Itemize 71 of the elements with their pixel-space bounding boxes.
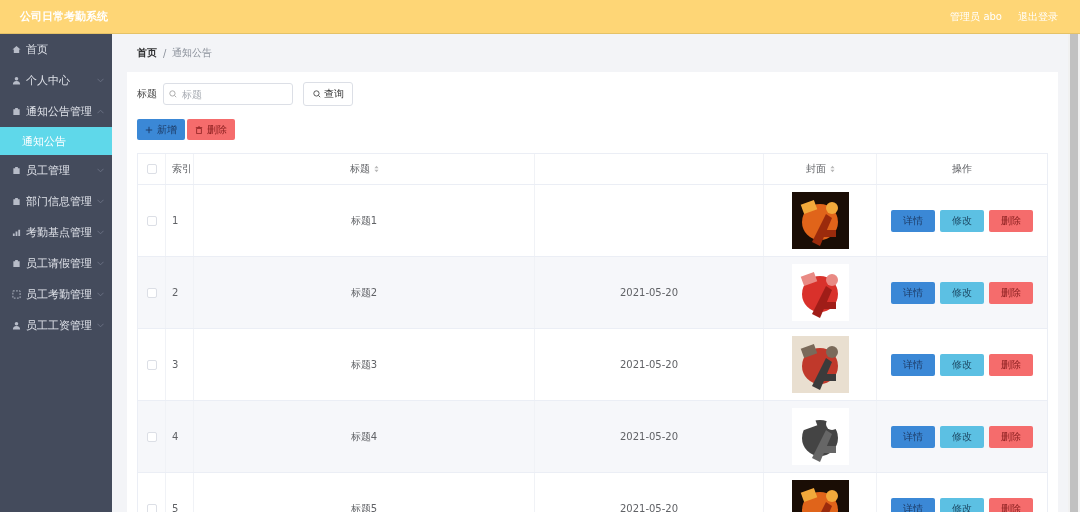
table-cell: 标题2 [350, 285, 378, 300]
delete-button[interactable]: 删除 [989, 209, 1033, 232]
table-cell: 2021-05-20 [619, 359, 679, 370]
column-header[interactable]: 标题 [349, 162, 379, 176]
detail-button[interactable]: 详情 [891, 209, 935, 232]
table-cell: 3 [172, 359, 179, 370]
edit-button[interactable]: 修改 [940, 281, 984, 304]
column-header[interactable]: 操作 [952, 162, 972, 176]
chevron-icon [97, 199, 104, 204]
search-icon [312, 90, 321, 98]
search-label: 标题 [137, 87, 157, 101]
search-icon [169, 90, 177, 98]
sidebar-item[interactable]: 员工管理 [0, 155, 112, 186]
table-cell: 1 [172, 215, 179, 226]
search-field[interactable]: 标题 [163, 83, 293, 105]
edit-button[interactable]: 修改 [940, 209, 984, 232]
detail-button[interactable]: 详情 [891, 353, 935, 376]
edit-button[interactable]: 修改 [940, 353, 984, 376]
table-cell: 标题3 [350, 357, 378, 372]
sidebar-item[interactable]: 员工请假管理 [0, 248, 112, 279]
edit-button[interactable]: 修改 [940, 425, 984, 448]
breadcrumb-separator: / [163, 47, 167, 59]
table-cell: 标题1 [350, 213, 378, 228]
sort-icon[interactable] [829, 165, 835, 173]
delete-button[interactable]: 删除 [187, 119, 235, 140]
sidebar-item[interactable]: 通知公告管理 [0, 96, 112, 127]
table-cell: 2021-05-20 [619, 287, 679, 298]
checkbox[interactable] [146, 215, 157, 226]
checkbox[interactable] [146, 503, 157, 512]
scrollbar[interactable] [1068, 34, 1080, 512]
column-header[interactable]: 封面 [805, 162, 835, 176]
sidebar-item[interactable]: 首页 [0, 34, 112, 65]
trash-icon [195, 125, 203, 134]
chevron-icon [97, 230, 104, 235]
table-cell: 4 [172, 431, 179, 442]
column-header[interactable]: 索引 [172, 162, 192, 176]
sort-icon[interactable] [373, 165, 379, 173]
chevron-icon [97, 109, 104, 114]
breadcrumb-item: 通知公告 [172, 46, 213, 60]
sidebar-item[interactable]: 部门信息管理 [0, 186, 112, 217]
table-cell: 2021-05-20 [619, 503, 679, 512]
table-cell: 2 [172, 287, 179, 298]
checkbox[interactable] [146, 431, 157, 442]
checkbox[interactable] [146, 287, 157, 298]
chevron-icon [97, 78, 104, 83]
delete-button[interactable]: 删除 [989, 281, 1033, 304]
detail-button[interactable]: 详情 [891, 425, 935, 448]
table-cell: 5 [172, 503, 179, 512]
user-name: 管理员 abo [950, 9, 1002, 24]
sidebar-item[interactable]: 个人中心 [0, 65, 112, 96]
chevron-icon [97, 168, 104, 173]
sidebar-item[interactable]: 考勤基点管理 [0, 217, 112, 248]
table-cell: 标题4 [350, 429, 378, 444]
chevron-icon [97, 323, 104, 328]
sidebar-item[interactable]: 员工工资管理 [0, 310, 112, 341]
checkbox[interactable] [146, 164, 157, 174]
chevron-icon [97, 292, 104, 297]
table-cell: 2021-05-20 [619, 431, 679, 442]
delete-button[interactable]: 删除 [989, 353, 1033, 376]
breadcrumb-item[interactable]: 首页 [137, 46, 157, 60]
search-button[interactable]: 查询 [303, 82, 353, 106]
plus-icon [145, 125, 153, 134]
chevron-icon [97, 261, 104, 266]
app-title: 公司日常考勤系统 [20, 9, 108, 24]
add-button[interactable]: 新增 [137, 119, 185, 140]
delete-button[interactable]: 删除 [989, 425, 1033, 448]
detail-button[interactable]: 详情 [891, 281, 935, 304]
checkbox[interactable] [146, 359, 157, 370]
sidebar-item[interactable]: 员工考勤管理 [0, 279, 112, 310]
table-cell: 标题5 [350, 501, 378, 512]
detail-button[interactable]: 详情 [891, 497, 935, 512]
